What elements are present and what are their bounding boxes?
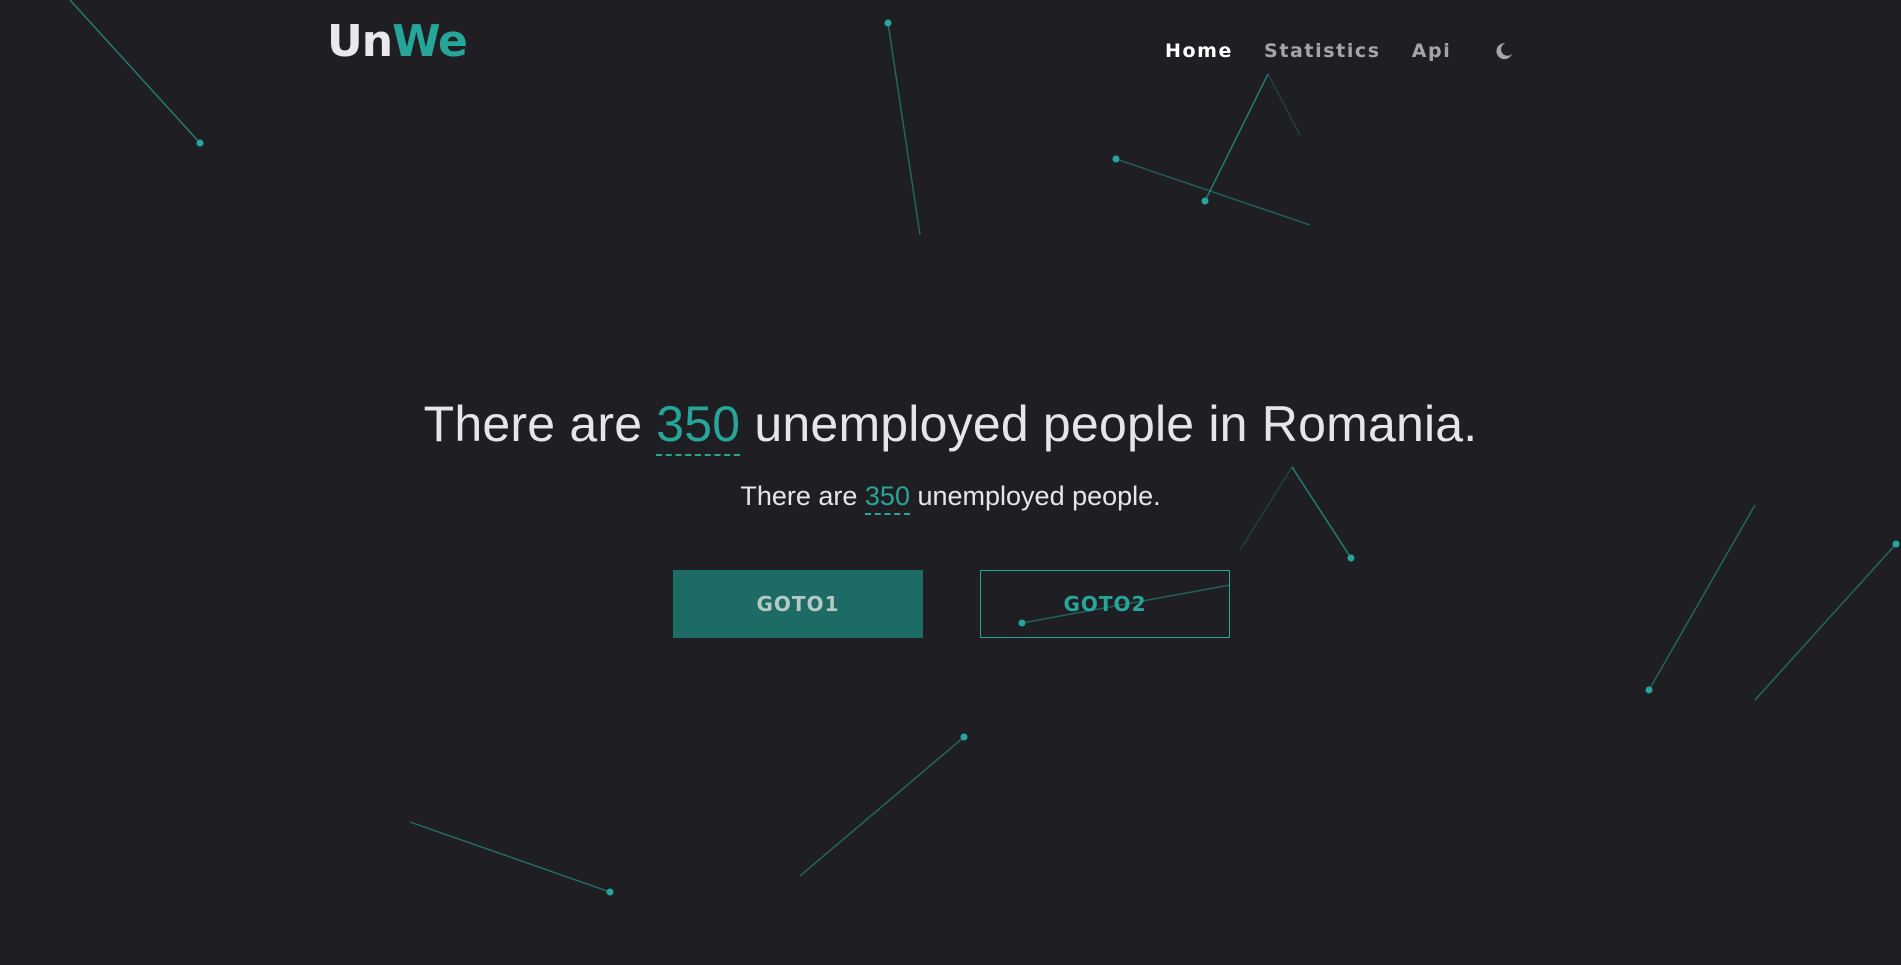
- particle-node: [1645, 686, 1653, 694]
- page-root: UnWe Home Statistics Api There are 350 u…: [0, 0, 1901, 965]
- particle-line: [1204, 73, 1269, 202]
- hero-title-prefix: There are: [423, 396, 643, 452]
- hero-title-suffix: unemployed people in Romania.: [754, 396, 1478, 452]
- particle-line: [1754, 543, 1897, 701]
- logo-text-part1: Un: [327, 16, 393, 67]
- goto2-button[interactable]: GOTO2: [980, 570, 1230, 638]
- particle-line: [69, 0, 201, 144]
- particle-node: [196, 139, 204, 147]
- main-navigation: Home Statistics Api: [1165, 40, 1515, 62]
- moon-icon: [1496, 43, 1513, 60]
- particle-line: [1115, 158, 1311, 226]
- site-logo[interactable]: UnWe: [327, 14, 468, 70]
- particle-node: [606, 888, 614, 896]
- particle-line: [1267, 73, 1301, 136]
- nav-item-statistics[interactable]: Statistics: [1264, 40, 1381, 62]
- particle-line: [887, 22, 921, 236]
- unemployed-count-subtitle[interactable]: 350: [864, 481, 910, 515]
- hero-title: There are 350 unemployed people in Roman…: [0, 395, 1901, 456]
- hero-subtitle-suffix: unemployed people.: [917, 481, 1161, 511]
- particle-line: [1648, 504, 1756, 691]
- particle-line: [799, 736, 965, 877]
- particle-node: [884, 19, 892, 27]
- particle-node: [1892, 540, 1900, 548]
- particle-node: [960, 733, 968, 741]
- theme-toggle-button[interactable]: [1493, 40, 1515, 62]
- particle-node: [1347, 554, 1355, 562]
- goto1-button[interactable]: GOTO1: [673, 570, 923, 638]
- hero-subtitle-prefix: There are: [740, 481, 858, 511]
- particle-node: [1201, 197, 1209, 205]
- nav-item-home[interactable]: Home: [1165, 40, 1233, 62]
- particle-node: [1112, 155, 1120, 163]
- hero-subtitle: There are 350 unemployed people.: [0, 481, 1901, 515]
- nav-item-api[interactable]: Api: [1412, 40, 1452, 62]
- unemployed-count[interactable]: 350: [656, 396, 741, 456]
- particle-line: [409, 821, 611, 893]
- logo-text-part2: We: [392, 16, 468, 67]
